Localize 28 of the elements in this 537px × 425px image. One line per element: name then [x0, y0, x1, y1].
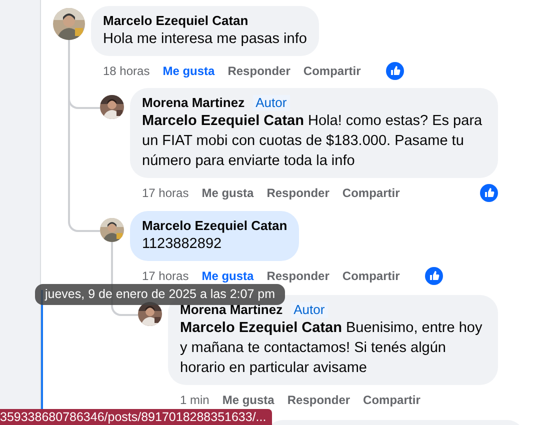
comment-time[interactable]: 17 horas	[142, 269, 189, 283]
like-link[interactable]: Me gusta	[222, 393, 274, 407]
author-name[interactable]: Morena Martinez	[142, 95, 245, 111]
author-name[interactable]: Morena Martinez	[180, 302, 283, 318]
author-badge: Autor	[290, 302, 328, 318]
reply-link[interactable]: Responder	[266, 186, 330, 200]
share-link[interactable]: Compartir	[342, 186, 400, 200]
reply-link[interactable]: Responder	[228, 64, 290, 78]
share-link[interactable]: Compartir	[303, 64, 361, 78]
author-badge: Autor	[252, 95, 290, 111]
share-link[interactable]: Compartir	[363, 393, 420, 407]
share-link[interactable]: Compartir	[342, 269, 400, 283]
like-link[interactable]: Me gusta	[202, 186, 254, 200]
author-name[interactable]: Marcelo Ezequiel Catan	[103, 13, 248, 29]
comment-text: Hola me interesa me pasas info	[103, 30, 307, 49]
comment-text: 1123882892	[142, 235, 223, 254]
comment-time[interactable]: 17 horas	[142, 186, 189, 200]
timestamp-tooltip: jueves, 9 de enero de 2025 a las 2:07 pm	[35, 284, 286, 305]
like-link[interactable]: Me gusta	[162, 64, 215, 78]
comment-time[interactable]: 18 horas	[103, 64, 150, 78]
comment-text: Marcelo Ezequiel Catan Hola! como estas? Es para un FIAT mobi con cuotas de $183.000. Pasame tu número para enviarte toda la info	[142, 112, 484, 171]
comment-time[interactable]: 1 min	[180, 393, 210, 407]
reply-link[interactable]: Responder	[287, 393, 350, 407]
author-name[interactable]: Marcelo Ezequiel Catan	[142, 218, 288, 234]
comment-text: Marcelo Ezequiel Catan Buenisimo, entre hoy y mañana te contactamos! Si tenés algún horario en particular avisame	[180, 319, 484, 378]
status-bar-url: 359338680786346/posts/8917018288351633/...	[0, 409, 272, 425]
reply-link[interactable]: Responder	[266, 269, 330, 283]
like-link[interactable]: Me gusta	[202, 269, 254, 283]
